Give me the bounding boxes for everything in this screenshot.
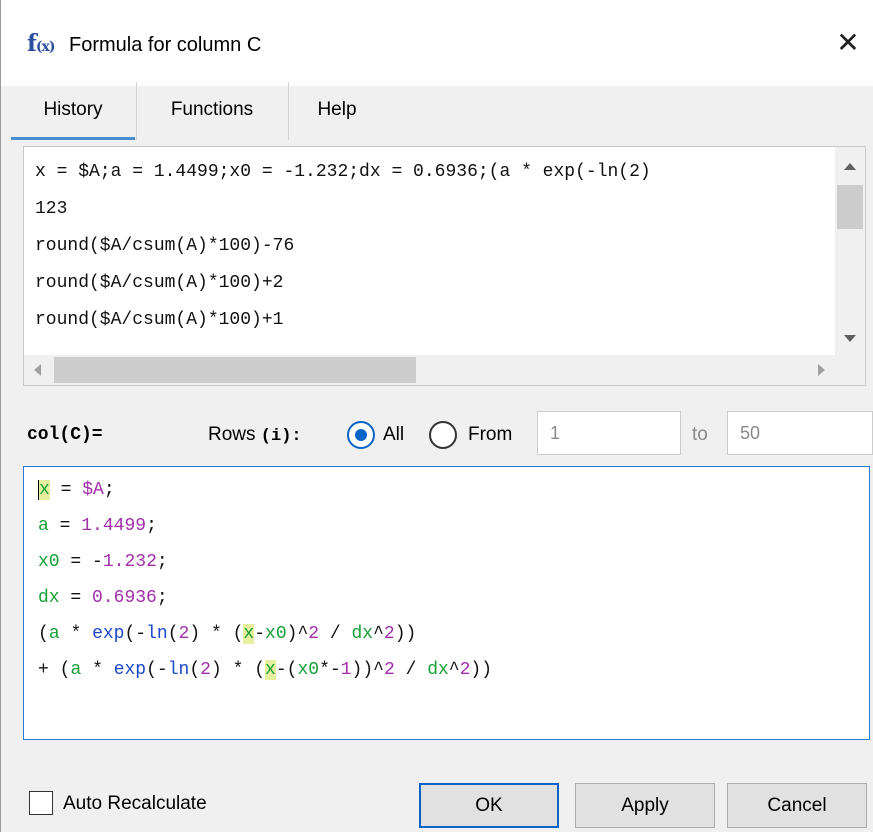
apply-button[interactable]: Apply: [575, 783, 715, 828]
ok-button[interactable]: OK: [419, 783, 559, 828]
history-item[interactable]: round($A/csum(A)*100)+1: [35, 305, 283, 335]
horizontal-scrollbar[interactable]: [24, 355, 865, 385]
column-label: col(C)=: [27, 425, 103, 445]
formula-icon: f(x): [27, 30, 55, 57]
auto-recalculate-label[interactable]: Auto Recalculate: [63, 791, 207, 817]
tab-bar: History Functions Help: [11, 82, 871, 140]
history-item[interactable]: round($A/csum(A)*100)-76: [35, 231, 294, 261]
tab-help[interactable]: Help: [289, 82, 385, 138]
radio-all[interactable]: [347, 421, 375, 449]
to-row-input[interactable]: 50: [727, 411, 873, 455]
auto-recalculate-checkbox[interactable]: [29, 791, 53, 815]
scroll-left-icon[interactable]: [34, 364, 41, 376]
formula-editor[interactable]: x = $A; a = 1.4499; x0 = -1.232; dx = 0.…: [23, 466, 870, 740]
scroll-up-icon[interactable]: [844, 163, 856, 170]
formula-line: x = $A;: [38, 480, 115, 500]
scroll-down-icon[interactable]: [844, 335, 856, 342]
radio-from[interactable]: [429, 421, 457, 449]
cancel-button[interactable]: Cancel: [727, 783, 867, 828]
rows-label: Rows (i):: [208, 424, 302, 446]
from-row-input[interactable]: 1: [537, 411, 681, 455]
radio-all-label[interactable]: All: [383, 423, 404, 447]
scroll-right-icon[interactable]: [818, 364, 825, 376]
formula-line: dx = 0.6936;: [38, 588, 168, 608]
scroll-corner: [835, 355, 865, 385]
vertical-scroll-thumb[interactable]: [837, 185, 863, 229]
formula-line: + (a * exp(-ln(2) * (x-(x0*-1))^2 / dx^2…: [38, 660, 493, 680]
close-icon[interactable]: ✕: [833, 28, 863, 58]
formula-line: a = 1.4499;: [38, 516, 157, 536]
tab-functions[interactable]: Functions: [137, 82, 287, 138]
history-item[interactable]: round($A/csum(A)*100)+2: [35, 268, 283, 298]
formula-dialog: f(x) Formula for column C ✕ History Func…: [0, 0, 873, 832]
tab-history[interactable]: History: [11, 82, 135, 140]
formula-line: (a * exp(-ln(2) * (x-x0)^2 / dx^2)): [38, 624, 417, 644]
title-bar: f(x) Formula for column C ✕: [1, 0, 873, 86]
history-list[interactable]: x = $A;a = 1.4499;x0 = -1.232;dx = 0.693…: [23, 146, 866, 386]
vertical-scrollbar[interactable]: [835, 147, 865, 355]
to-label: to: [692, 424, 708, 445]
history-item[interactable]: 123: [35, 194, 67, 224]
radio-from-label[interactable]: From: [468, 423, 512, 447]
horizontal-scroll-thumb[interactable]: [54, 357, 416, 383]
history-item[interactable]: x = $A;a = 1.4499;x0 = -1.232;dx = 0.693…: [35, 157, 651, 187]
dialog-title: Formula for column C: [69, 34, 262, 56]
formula-line: x0 = -1.232;: [38, 552, 168, 572]
